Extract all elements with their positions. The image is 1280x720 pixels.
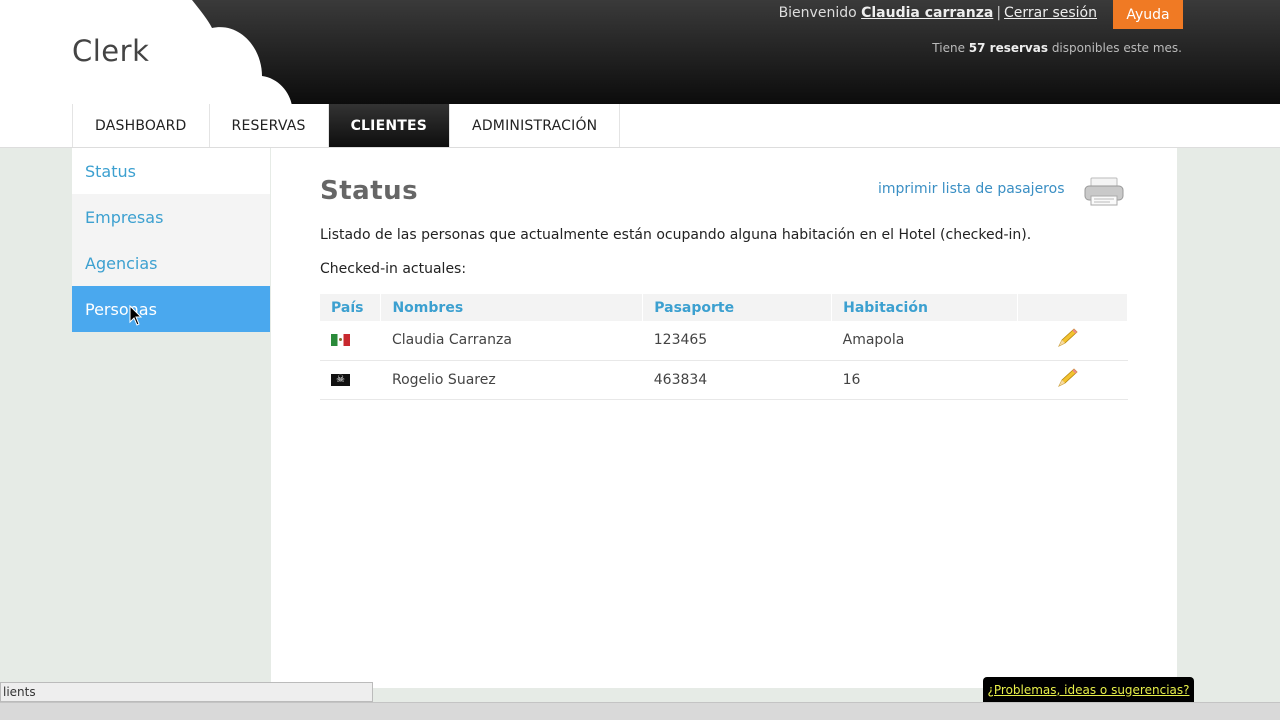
table-header-row: País Nombres Pasaporte Habitación [320,294,1128,321]
sidebar-item-empresas[interactable]: Empresas [72,194,270,240]
printer-icon[interactable] [1083,176,1125,208]
mouse-cursor-icon [129,305,143,326]
checked-in-table: País Nombres Pasaporte Habitación Claudi… [320,294,1128,400]
welcome-text: Bienvenido [778,5,857,21]
col-pasaporte[interactable]: Pasaporte [642,294,833,321]
nav-dashboard[interactable]: DASHBOARD [73,104,210,147]
nav-clientes[interactable]: CLIENTES [328,104,451,147]
quota-count: 57 reservas [968,41,1048,55]
sidebar-item-agencias[interactable]: Agencias [72,240,270,286]
reservation-quota: Tiene 57 reservas disponibles este mes. [932,41,1182,55]
user-greeting: Bienvenido Claudia carranza | Cerrar sesió… [779,5,1097,21]
row-passport: 123465 [642,321,832,361]
sidebar: Status Empresas Agencias Personas [72,148,271,688]
nav-administracion[interactable]: ADMINISTRACIÓN [450,104,621,147]
row-name: Claudia Carranza [380,321,643,361]
section-subheading: Checked-in actuales: [320,261,467,277]
bottom-strip [0,702,1280,720]
col-nombres[interactable]: Nombres [380,294,644,321]
col-actions [1017,294,1128,321]
separator: | [996,5,1002,21]
user-name-link[interactable]: Claudia carranza [861,5,993,21]
page-title: Status [320,176,419,206]
help-button[interactable]: Ayuda [1113,0,1183,29]
edit-pencil-icon[interactable] [1055,327,1079,349]
cloud-logo-background [0,0,292,106]
row-room: Amapola [831,321,1018,361]
quota-prefix: Tiene [932,41,965,55]
quota-suffix: disponibles este mes. [1051,41,1182,55]
edit-pencil-icon[interactable] [1055,367,1079,389]
nav-reservas[interactable]: RESERVAS [210,104,329,147]
row-passport: 463834 [642,360,832,400]
mexico-flag-icon [331,334,350,347]
row-name: Rogelio Suarez [380,360,643,400]
sidebar-item-personas[interactable]: Personas [72,286,270,332]
main-content: Status imprimir lista de pasajeros Lista… [271,148,1177,688]
col-habitacion[interactable]: Habitación [831,294,1019,321]
main-nav-bar: DASHBOARD RESERVAS CLIENTES ADMINISTRACI… [0,104,1280,148]
browser-status-bar: lients [0,682,373,702]
row-room: 16 [831,360,1018,400]
pirate-flag-icon: ☠ [331,373,350,386]
brand-logo[interactable]: Clerk [72,34,149,68]
print-passenger-list-link[interactable]: imprimir lista de pasajeros [878,181,1064,197]
page-description: Listado de las personas que actualmente … [320,227,1032,243]
table-row[interactable]: ☠ Rogelio Suarez 463834 16 [320,360,1128,400]
table-row[interactable]: Claudia Carranza 123465 Amapola [320,321,1128,361]
col-pais[interactable]: País [320,294,382,321]
sidebar-item-status[interactable]: Status [72,148,270,194]
feedback-link[interactable]: ¿Problemas, ideas o sugerencias? [983,677,1194,702]
main-nav: DASHBOARD RESERVAS CLIENTES ADMINISTRACI… [72,104,621,147]
header-bar: Clerk Bienvenido Claudia carranza | Cerrar… [0,0,1280,106]
logout-link[interactable]: Cerrar sesión [1004,5,1097,21]
